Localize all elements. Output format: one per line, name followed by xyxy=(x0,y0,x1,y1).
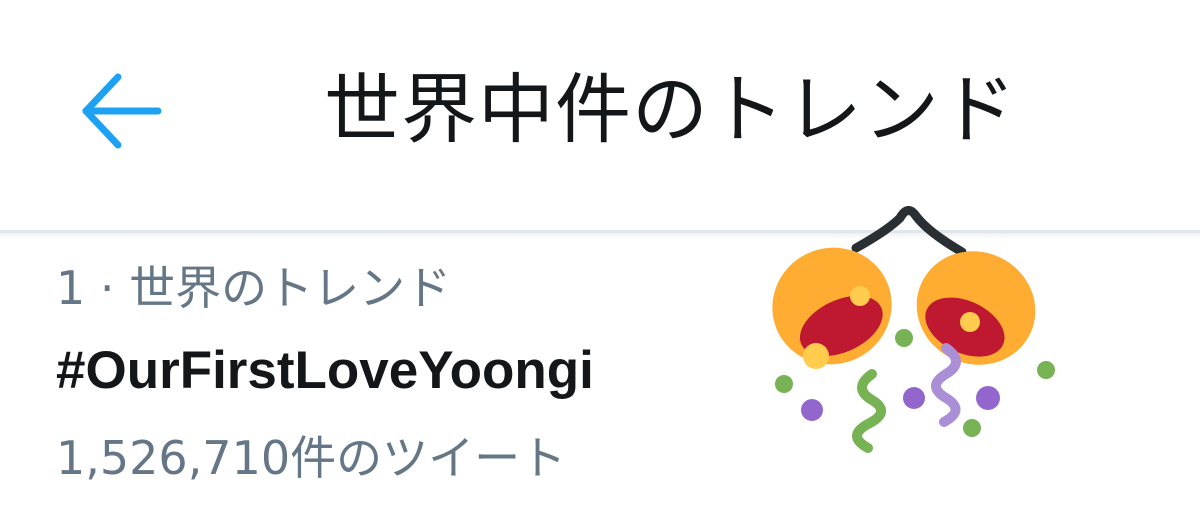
back-button[interactable] xyxy=(72,66,176,156)
arrow-left-icon xyxy=(82,73,162,149)
page-title: 世界中件のトレンド xyxy=(324,65,1017,154)
trend-hashtag[interactable]: #OurFirstLoveYoongi xyxy=(56,336,594,406)
trend-rank-label: 1 · 世界のトレンド xyxy=(56,261,452,315)
party-popper-icon xyxy=(772,206,1055,453)
trends-screen: 世界中件のトレンド 1 · 世界のトレンド #OurFirstLoveYoong… xyxy=(0,0,1200,519)
trend-tweet-count: 1,526,710件のツイート xyxy=(56,431,567,485)
